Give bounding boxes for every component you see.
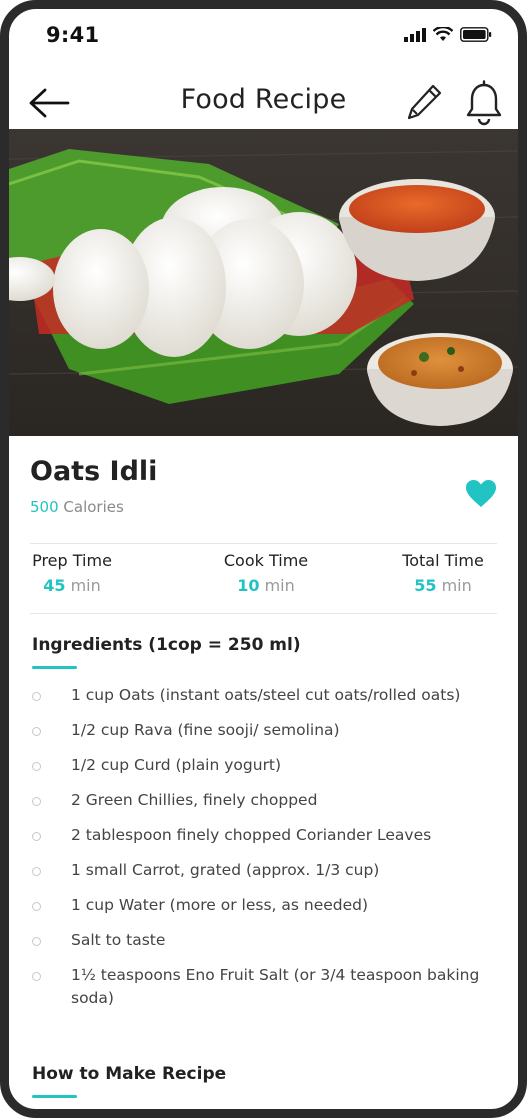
cook-time-number: 10 xyxy=(237,576,260,595)
how-to-underline xyxy=(32,1095,77,1098)
ingredient-text: 1/2 cup Rava (fine sooji/ semolina) xyxy=(71,721,340,739)
prep-time-unit: min xyxy=(70,576,101,595)
heart-icon xyxy=(466,480,496,507)
total-time-value: 55 min xyxy=(393,576,493,595)
app-header: Food Recipe xyxy=(9,71,518,129)
ingredient-item: 1 cup Oats (instant oats/steel cut oats/… xyxy=(32,684,492,707)
ingredient-text: 2 Green Chillies, finely chopped xyxy=(71,791,318,809)
ingredient-item: Salt to taste xyxy=(32,929,492,952)
prep-time-label: Prep Time xyxy=(32,551,112,570)
ingredient-text: Salt to taste xyxy=(71,931,166,949)
total-time-number: 55 xyxy=(414,576,437,595)
prep-time-value: 45 min xyxy=(32,576,112,595)
bullet-icon xyxy=(32,867,41,876)
divider xyxy=(30,613,497,614)
how-to-title: How to Make Recipe xyxy=(32,1064,227,1084)
cook-time-unit: min xyxy=(264,576,295,595)
calories-label: Calories xyxy=(63,498,124,516)
bullet-icon xyxy=(32,902,41,911)
battery-icon xyxy=(460,27,492,42)
bullet-icon xyxy=(32,832,41,841)
status-icons xyxy=(404,27,492,42)
pencil-icon xyxy=(407,84,442,120)
ingredient-item: 1½ teaspoons Eno Fruit Salt (or 3/4 teas… xyxy=(32,964,492,1010)
idli-photo xyxy=(9,129,518,436)
total-time: Total Time 55 min xyxy=(393,551,493,595)
ingredient-text: 1 cup Water (more or less, as needed) xyxy=(71,896,369,914)
ingredient-item: 2 Green Chillies, finely chopped xyxy=(32,789,492,812)
wifi-icon xyxy=(433,27,453,41)
bullet-icon xyxy=(32,797,41,806)
ingredient-text: 1 cup Oats (instant oats/steel cut oats/… xyxy=(71,686,461,704)
notification-button[interactable] xyxy=(464,80,504,126)
edit-button[interactable] xyxy=(405,81,445,123)
favorite-button[interactable] xyxy=(465,479,497,509)
ingredient-text: 1½ teaspoons Eno Fruit Salt (or 3/4 teas… xyxy=(71,966,480,1007)
ingredient-item: 1/2 cup Rava (fine sooji/ semolina) xyxy=(32,719,492,742)
ingredient-item: 2 tablespoon finely chopped Coriander Le… xyxy=(32,824,492,847)
recipe-image xyxy=(9,129,518,436)
bell-icon xyxy=(466,80,502,126)
ingredient-item: 1 cup Water (more or less, as needed) xyxy=(32,894,492,917)
calories: 500 Calories xyxy=(30,498,124,516)
prep-time-number: 45 xyxy=(43,576,66,595)
ingredients-list: 1 cup Oats (instant oats/steel cut oats/… xyxy=(32,684,492,1010)
status-bar: 9:41 xyxy=(9,9,518,71)
ingredient-text: 2 tablespoon finely chopped Coriander Le… xyxy=(71,826,432,844)
total-time-label: Total Time xyxy=(402,551,484,570)
calories-value: 500 xyxy=(30,498,59,516)
recipe-title: Oats Idli xyxy=(30,456,158,487)
divider xyxy=(30,543,497,544)
ingredient-item: 1/2 cup Curd (plain yogurt) xyxy=(32,754,492,777)
ingredient-text: 1/2 cup Curd (plain yogurt) xyxy=(71,756,282,774)
signal-icon xyxy=(404,27,426,42)
phone-frame: 9:41 Food Recipe Oats Idli 500 Calories … xyxy=(0,0,527,1118)
cook-time: Cook Time 10 min xyxy=(216,551,316,595)
bullet-icon xyxy=(32,937,41,946)
ingredient-item: 1 small Carrot, grated (approx. 1/3 cup) xyxy=(32,859,492,882)
cook-time-value: 10 min xyxy=(216,576,316,595)
bullet-icon xyxy=(32,692,41,701)
ingredient-text: 1 small Carrot, grated (approx. 1/3 cup) xyxy=(71,861,380,879)
cook-time-label: Cook Time xyxy=(223,551,309,570)
ingredients-underline xyxy=(32,666,77,669)
prep-time: Prep Time 45 min xyxy=(32,551,112,595)
bullet-icon xyxy=(32,762,41,771)
ingredients-title: Ingredients (1cop = 250 ml) xyxy=(32,635,301,655)
status-time: 9:41 xyxy=(46,23,100,47)
bullet-icon xyxy=(32,727,41,736)
total-time-unit: min xyxy=(441,576,472,595)
bullet-icon xyxy=(32,972,41,981)
